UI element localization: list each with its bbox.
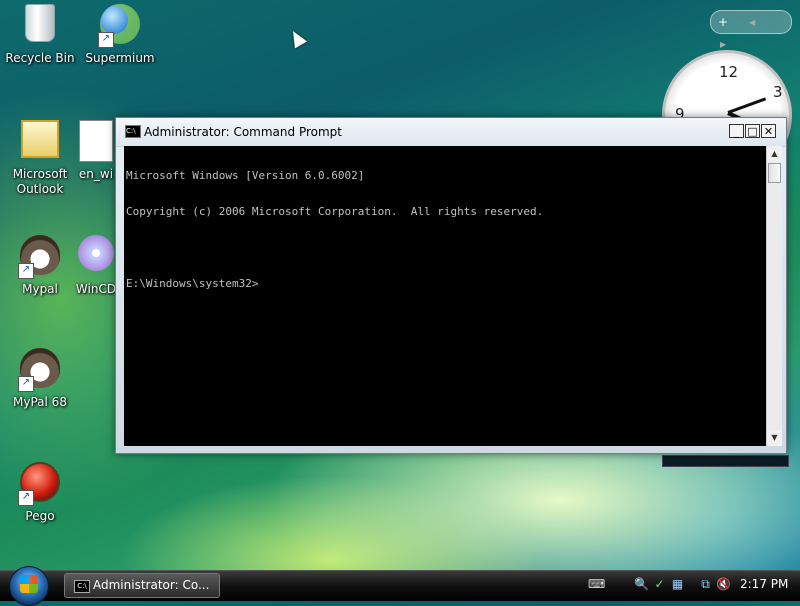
close-button[interactable]: ✕ — [761, 124, 776, 138]
search-icon[interactable]: 🔍 — [634, 577, 649, 592]
command-prompt-icon: C:\ — [125, 125, 141, 138]
desktop-icon-label: Recycle Bin — [5, 51, 75, 65]
shortcut-arrow-icon: ↗ — [18, 490, 34, 506]
supermium-icon: ↗ — [98, 4, 142, 48]
sidebar-gadget-controls: + ◂ ▸ — [710, 10, 792, 51]
desktop-icon-en-wi[interactable]: en_wi — [71, 120, 121, 182]
shortcut-arrow-icon: ↗ — [18, 263, 34, 279]
windows-logo-icon — [20, 575, 38, 593]
mouse-pointer-icon — [286, 27, 308, 49]
disc-icon — [74, 235, 118, 279]
shortcut-arrow-icon: ↗ — [18, 376, 34, 392]
mypal-icon: ↗ — [18, 348, 62, 392]
previous-gadget-button[interactable]: ◂ — [740, 11, 764, 33]
console-line: Microsoft Windows [Version 6.0.6002] — [126, 169, 365, 182]
command-prompt-window[interactable]: C:\ Administrator: Command Prompt _ □ ✕ … — [115, 117, 787, 454]
clock-time[interactable]: 2:17 PM — [740, 577, 788, 591]
outlook-icon — [18, 120, 62, 164]
taskbar-button-label: Administrator: Co... — [93, 578, 210, 592]
tray-app-icon[interactable]: ▦ — [670, 577, 685, 592]
desktop-icon-label: Microsoft Outlook — [12, 167, 68, 196]
desktop-icon-mypal-68[interactable]: ↗ MyPal 68 — [1, 348, 79, 410]
taskbar-button-command-prompt[interactable]: C:\ Administrator: Co... — [64, 573, 220, 598]
keyboard-icon[interactable]: ⌨ — [588, 577, 605, 592]
desktop-icon-mypal[interactable]: ↗ Mypal — [1, 235, 79, 297]
maximize-button[interactable]: □ — [745, 124, 760, 138]
gadget-shadow-panel — [662, 455, 789, 467]
scroll-down-arrow-icon[interactable]: ▼ — [767, 430, 782, 446]
clock-number-3: 3 — [773, 83, 783, 101]
shortcut-arrow-icon: ↗ — [98, 32, 114, 48]
desktop-icon-label: MyPal 68 — [13, 395, 67, 409]
desktop-icon-label: Mypal — [22, 282, 58, 296]
desktop-icon-pego[interactable]: ↗ Pego — [1, 462, 79, 524]
mypal-icon: ↗ — [18, 235, 62, 279]
clock-number-12: 12 — [719, 63, 739, 81]
window-titlebar[interactable]: C:\ Administrator: Command Prompt _ □ ✕ — [116, 118, 786, 147]
taskbar: C:\ Administrator: Co... ⌨ 🔍 ✓ ▦ ⧉ 🔇 2:1… — [0, 566, 800, 606]
add-gadget-button[interactable]: + — [711, 11, 735, 33]
start-button[interactable] — [9, 566, 49, 606]
desktop-icon-outlook[interactable]: Microsoft Outlook — [1, 120, 79, 197]
console-output[interactable]: Microsoft Windows [Version 6.0.6002] Cop… — [124, 146, 766, 446]
desktop-icon-wincd[interactable]: WinCD — [71, 235, 121, 297]
network-icon[interactable]: ⧉ — [698, 577, 713, 592]
desktop-icon-label: Pego — [25, 509, 55, 523]
clock-hour-hand — [727, 97, 767, 114]
document-icon — [74, 120, 118, 164]
console-line: Copyright (c) 2006 Microsoft Corporation… — [126, 205, 544, 218]
desktop-icon-label: en_wi — [78, 167, 114, 181]
scroll-thumb[interactable] — [768, 163, 781, 183]
desktop-icon-label: WinCD — [75, 282, 117, 296]
command-prompt-icon: C:\ — [74, 580, 90, 593]
vertical-scrollbar[interactable]: ▲ ▼ — [766, 146, 782, 446]
desktop-icon-recycle-bin[interactable]: Recycle Bin — [1, 4, 79, 66]
desktop-icon-supermium[interactable]: ↗ Supermium — [81, 4, 159, 66]
scroll-up-arrow-icon[interactable]: ▲ — [767, 146, 782, 162]
pego-icon: ↗ — [18, 462, 62, 506]
minimize-button[interactable]: _ — [729, 124, 744, 138]
volume-muted-icon[interactable]: 🔇 — [716, 577, 731, 592]
recycle-bin-icon — [18, 4, 62, 48]
console-prompt-line: E:\Windows\system32> — [126, 277, 259, 290]
window-title: Administrator: Command Prompt — [144, 125, 342, 139]
tray-app-icon[interactable]: ✓ — [652, 577, 667, 592]
desktop-icon-label: Supermium — [85, 51, 155, 65]
